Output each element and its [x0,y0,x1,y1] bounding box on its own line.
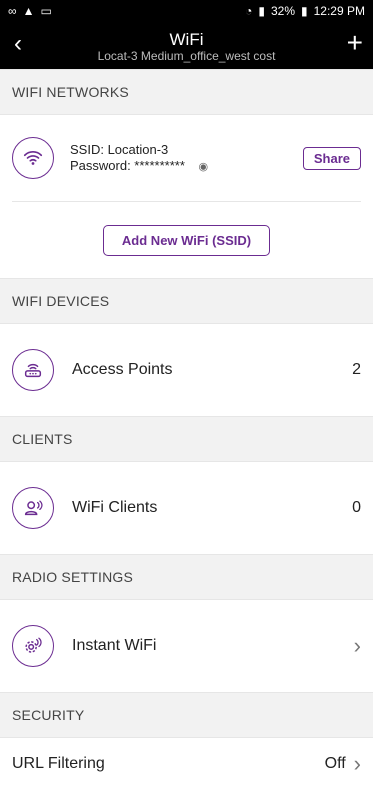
chevron-right-icon: › [353,751,361,776]
status-right: ◔ ▮ 32% ▮ 12:29 PM [245,4,365,18]
wifi-clients-count: 0 [352,499,361,516]
access-points-label: Access Points [72,361,173,378]
password-row: Password: ********** ◉ [70,158,303,175]
instant-wifi-label: Instant WiFi [72,637,157,654]
instant-wifi-row[interactable]: Instant WiFi › [0,600,373,692]
warning-icon: ▲ [22,4,35,18]
signal-icon: ▮ [258,4,265,18]
section-radio-settings: RADIO SETTINGS [0,554,373,600]
url-filtering-value-wrap: Off › [324,751,361,776]
password-text: Password: ********** [70,157,185,173]
plus-icon[interactable]: + [347,29,363,57]
page-subtitle: Locat-3 Medium_office_west cost [97,48,276,63]
section-security: SECURITY [0,692,373,738]
wifi-clients-label: WiFi Clients [72,499,158,516]
add-new-wifi-button[interactable]: Add New WiFi (SSID) [102,224,271,256]
page-title: WiFi [169,29,204,49]
wifi-icon-svg [23,150,43,165]
status-left: ∞ ▲ ▭ [8,4,52,18]
section-wifi-devices: WIFI DEVICES [0,278,373,324]
wifi-icon [12,137,54,179]
network-card: SSID: Location-3 Password: ********** ◉ … [0,115,373,278]
add-area: Add New WiFi (SSID) [12,202,361,278]
gear-wifi-icon-svg [25,637,42,653]
back-icon[interactable]: ‹ [14,32,22,56]
battery-level: 32% [270,4,296,18]
user-wifi-icon [12,487,54,529]
clock: 12:29 PM [313,4,365,18]
voicemail-icon: ∞ [8,4,17,18]
section-wifi-networks: WIFI NETWORKS [0,69,373,115]
title-block: WiFi Locat-3 Medium_office_west cost [98,29,276,63]
eye-icon[interactable]: ◉ [199,159,209,175]
url-filtering-label: URL Filtering [12,755,105,772]
url-filtering-value: Off [324,755,346,772]
wifi-clients-row[interactable]: WiFi Clients 0 [0,462,373,554]
url-filtering-row[interactable]: URL Filtering Off › [0,738,373,790]
access-points-count: 2 [352,361,361,378]
instant-wifi-value: › [353,633,361,658]
router-icon-svg [24,363,42,378]
chevron-right-icon: › [353,633,361,658]
network-text: SSID: Location-3 Password: ********** ◉ [70,142,303,175]
section-clients: CLIENTS [0,416,373,462]
ssid-text: SSID: Location-3 [70,141,169,157]
wifi-status-icon: ◔ [245,4,253,18]
access-points-row[interactable]: Access Points 2 [0,324,373,416]
user-wifi-icon-svg [24,500,43,516]
battery-icon: ▮ [301,4,308,18]
app-header: ‹ WiFi Locat-3 Medium_office_west cost + [0,22,373,69]
status-bar: ∞ ▲ ▭ ◔ ▮ 32% ▮ 12:29 PM [0,0,373,22]
image-icon: ▭ [40,4,52,18]
share-button[interactable]: Share [302,146,361,170]
network-row: SSID: Location-3 Password: ********** ◉ … [12,115,361,201]
router-icon [12,349,54,391]
gear-wifi-icon [12,625,54,667]
